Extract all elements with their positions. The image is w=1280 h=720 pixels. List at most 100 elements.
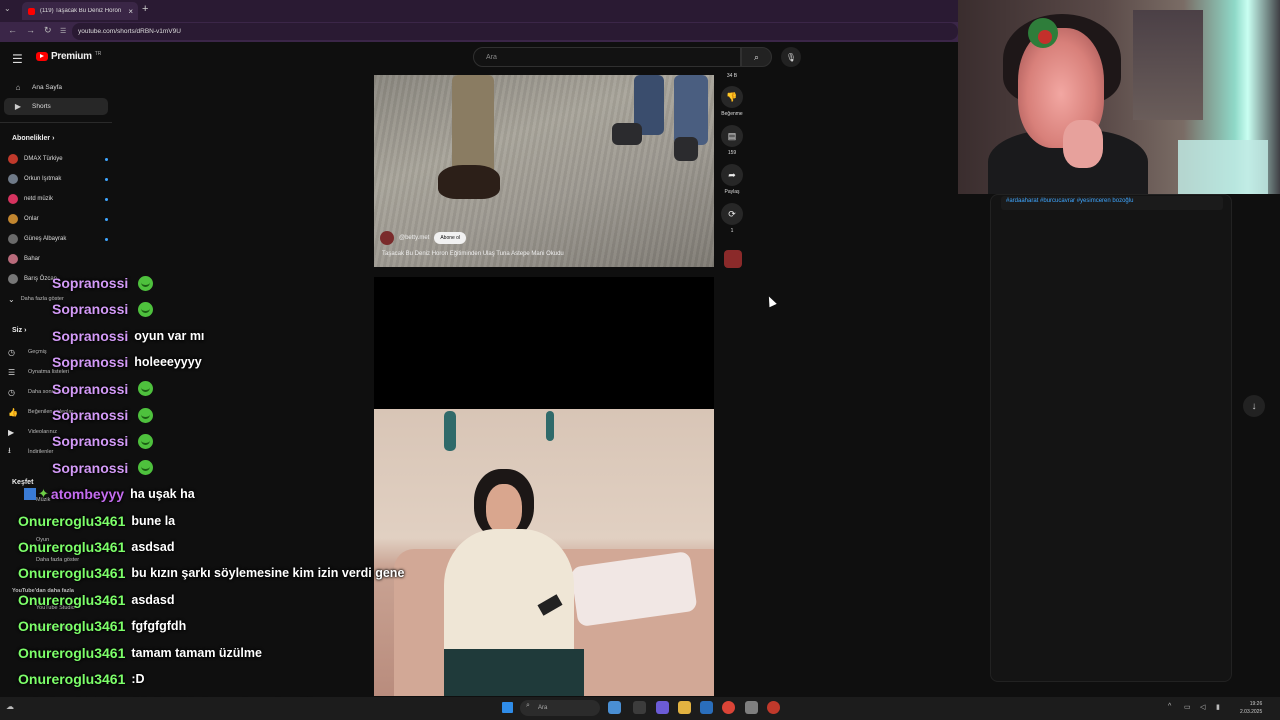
dislike-button[interactable]: 👎 Beğenme	[720, 86, 744, 117]
shorts-icon: ▶	[14, 102, 22, 111]
chat-message: Sopranossi oyun var mı	[52, 324, 204, 348]
taskbar-clock[interactable]: 19:26 2.03.2025	[1240, 700, 1262, 716]
chat-message: Onureroglu3461 tamam tamam üzülme	[18, 641, 262, 665]
app-icon[interactable]	[767, 701, 780, 714]
share-button[interactable]: ➦ Paylaş	[720, 164, 744, 195]
chat-message: Onureroglu3461 asdasd	[18, 588, 174, 612]
forward-icon[interactable]: →	[26, 25, 35, 35]
file-explorer-icon[interactable]	[608, 701, 621, 714]
subscribe-button[interactable]: Abone ol	[434, 232, 467, 244]
sound-avatar[interactable]	[724, 250, 742, 268]
subscriptions-header[interactable]: Abonelikler ›	[12, 135, 54, 142]
mail-icon[interactable]	[700, 701, 713, 714]
chat-username: Onureroglu3461	[18, 512, 126, 529]
emote-icon	[138, 460, 154, 476]
search-icon: ⌕	[753, 51, 760, 62]
chat-username: Onureroglu3461	[18, 539, 126, 555]
you-item-icon: 👍	[8, 407, 18, 417]
new-content-dot	[105, 197, 108, 201]
chat-text: holeeeyyyy	[134, 355, 202, 370]
sidebar-subscription[interactable]: Onlar	[8, 211, 108, 227]
sidebar-subscription[interactable]: Orkun Işıtmak	[8, 171, 108, 187]
youtube-logo[interactable]: Premium TR	[36, 51, 101, 62]
taskbar-search[interactable]: Ara	[520, 700, 600, 716]
subscription-name: Güneş Albayrak	[24, 236, 67, 242]
weather-icon[interactable]: ☁	[6, 702, 14, 711]
back-icon[interactable]: ←	[8, 25, 17, 35]
emote-icon	[138, 407, 154, 423]
sidebar-subscription[interactable]: netd müzik	[8, 191, 108, 207]
search-button[interactable]: ⌕	[741, 47, 772, 67]
url-field[interactable]: youtube.com/shorts/dRBN-v1mV9U	[72, 23, 958, 40]
settings-icon[interactable]	[745, 701, 758, 714]
voice-search-button[interactable]: 🎙	[781, 47, 801, 67]
channel-name[interactable]: @betty.met	[399, 235, 429, 241]
sidebar-label: Ana Sayfa	[32, 84, 62, 91]
sidebar-subscription[interactable]: Güneş Albayrak	[8, 231, 108, 247]
taskbar-search-icon: ⌕	[526, 702, 530, 709]
channel-avatar[interactable]	[380, 231, 394, 245]
you-item-icon: ⭳	[8, 446, 11, 455]
chrome-icon[interactable]	[722, 701, 735, 714]
channel-avatar	[8, 174, 18, 184]
chat-username: Onureroglu3461	[18, 671, 126, 687]
channel-avatar	[8, 214, 18, 224]
volume-icon[interactable]: ◁	[1200, 703, 1205, 711]
sidebar-subscription[interactable]: Bahar	[8, 251, 108, 267]
you-item-label: İndirilenler	[28, 449, 54, 455]
short-title[interactable]: Taşacak Bu Deniz Horon Eğitiminden Ulaş …	[382, 251, 564, 257]
chat-username: Sopranossi	[52, 407, 129, 423]
start-icon[interactable]	[502, 702, 513, 713]
chat-text: fgfgfgfdh	[131, 619, 187, 634]
folder-icon[interactable]	[678, 701, 691, 714]
subscription-name: netd müzik	[24, 196, 54, 202]
you-header[interactable]: Siz ›	[12, 327, 26, 334]
chat-username: Sopranossi	[52, 380, 129, 397]
battery-icon[interactable]: ▮	[1216, 703, 1220, 711]
next-short-button[interactable]: ↓	[1243, 395, 1265, 417]
emote-icon	[138, 381, 154, 397]
chat-username: Sopranossi	[52, 354, 129, 371]
remix-button[interactable]: ⟳ 1	[720, 203, 744, 234]
chat-username: Onureroglu3461	[18, 618, 126, 635]
new-content-dot	[105, 217, 108, 221]
arrow-down-icon: ↓	[1251, 400, 1257, 412]
sidebar-subscription[interactable]: DMAX Türkiye	[8, 151, 108, 167]
network-icon[interactable]: ▭	[1184, 703, 1191, 711]
sidebar-item-shorts[interactable]: ▶ Shorts	[4, 98, 108, 115]
chat-message: Onureroglu3461 bu kızın şarkı söylemesine…	[18, 561, 404, 585]
hashtags[interactable]: #ardaaharat #burcucavrar #yesimceren boz…	[1001, 196, 1223, 210]
next-short-letterbox	[374, 277, 714, 409]
tab-title: (119) Taşacak Bu Deniz Horon Eği...	[40, 8, 123, 14]
comments-button[interactable]: ▤ 159	[720, 125, 744, 156]
terminal-icon[interactable]	[633, 701, 646, 714]
sidebar-item-home[interactable]: ⌂ Ana Sayfa	[4, 79, 108, 96]
thumbs-down-icon: 👎	[721, 86, 743, 108]
emote-icon	[138, 301, 154, 317]
chat-username: Sopranossi	[52, 327, 129, 344]
menu-icon[interactable]: ☰	[12, 52, 23, 66]
chat-message: Sopranossi	[52, 429, 154, 453]
store-icon[interactable]	[656, 701, 669, 714]
badge-icon	[24, 488, 36, 501]
chat-text: asdasd	[131, 592, 175, 607]
share-icon: ➦	[721, 164, 743, 186]
search-input[interactable]: Ara	[473, 47, 741, 67]
channel-avatar	[8, 274, 18, 284]
subscription-name: Bahar	[24, 256, 41, 262]
chat-message: Onureroglu3461 asdsad	[18, 535, 174, 559]
chat-text: bu kızın şarkı söylemesine kim izin verd…	[131, 566, 405, 581]
tab-search-icon[interactable]: ⌄	[4, 4, 11, 13]
chat-text: tamam tamam üzülme	[131, 645, 262, 660]
channel-avatar	[8, 154, 18, 164]
site-info-icon[interactable]: ☰	[60, 27, 66, 35]
close-tab-icon[interactable]: ×	[128, 7, 138, 16]
reload-icon[interactable]: ↻	[44, 25, 52, 36]
tray-chevron-icon[interactable]: ^	[1168, 703, 1171, 710]
new-tab-button[interactable]: +	[142, 3, 148, 15]
next-short-video[interactable]	[374, 409, 714, 696]
emote-icon	[138, 433, 154, 449]
browser-tab[interactable]: (119) Taşacak Bu Deniz Horon Eği... ×	[22, 2, 138, 20]
logo-text: Premium	[51, 51, 92, 62]
you-item-icon: ◷	[8, 347, 15, 357]
